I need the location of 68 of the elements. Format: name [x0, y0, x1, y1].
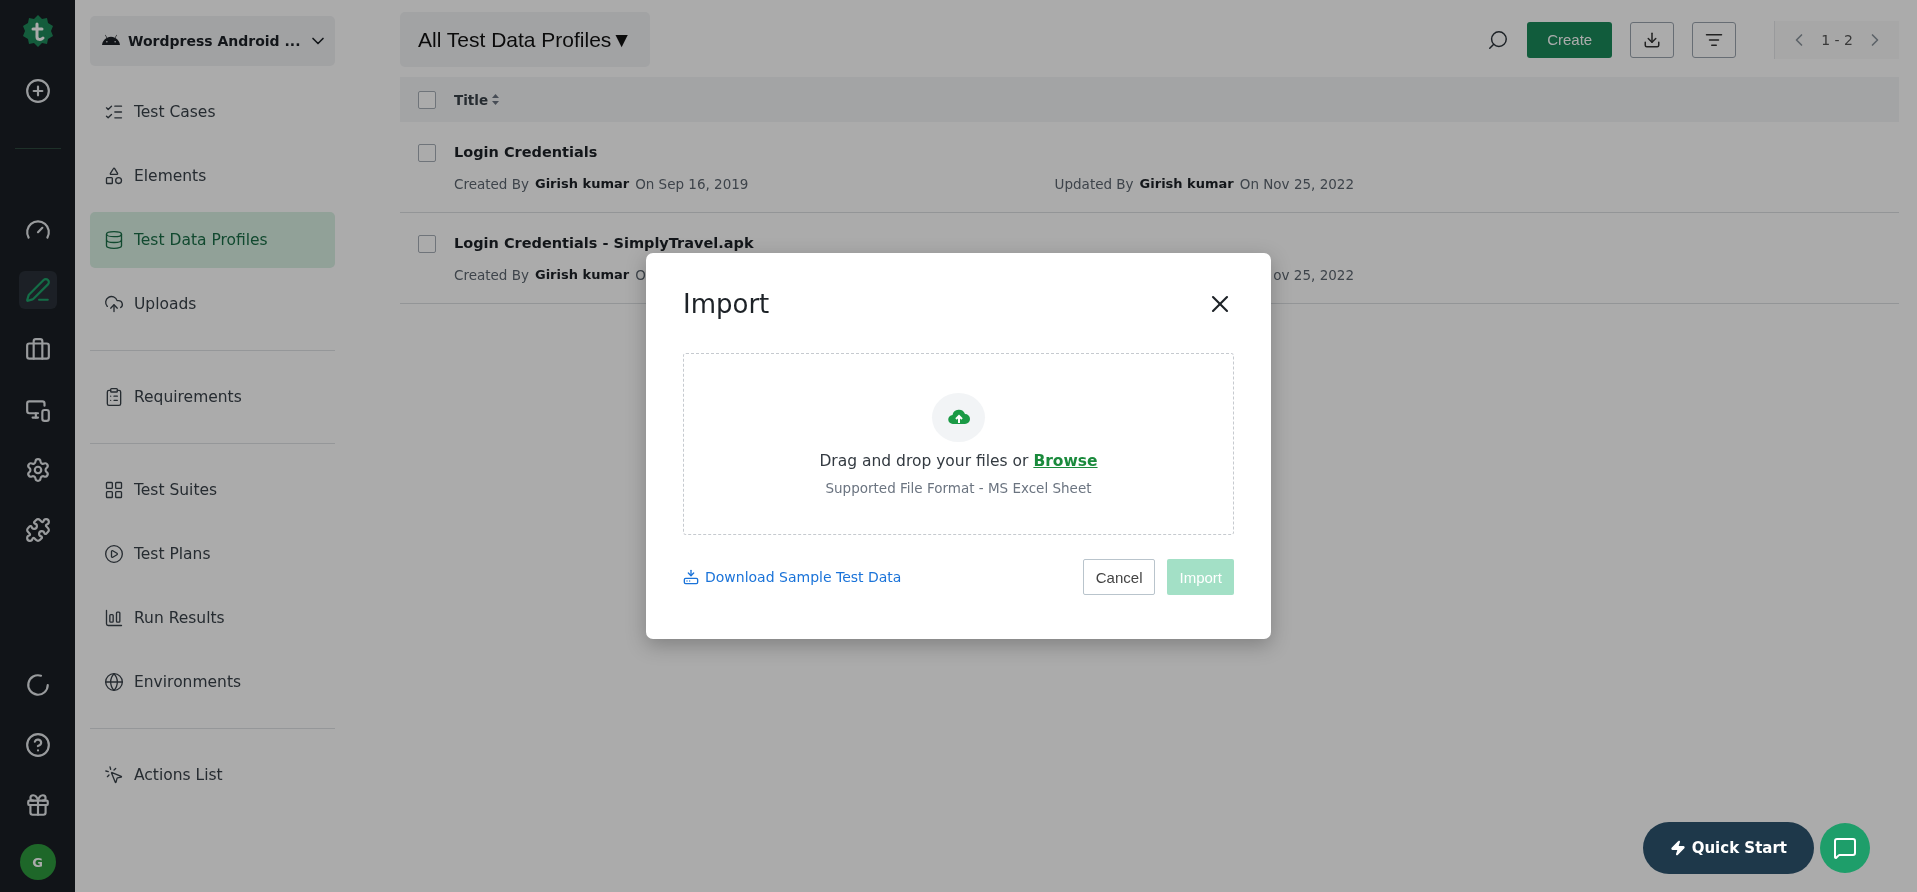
play-circle-icon	[104, 544, 124, 564]
sidebar-item[interactable]: Uploads	[90, 276, 335, 332]
grid-icon	[104, 480, 124, 500]
column-header[interactable]: Title	[454, 91, 489, 108]
download-icon	[1643, 30, 1662, 49]
author-name: Girish kumar	[1139, 176, 1234, 192]
settings-icon	[24, 457, 51, 483]
sidebar-item[interactable]: Elements	[90, 148, 335, 204]
globe-icon	[104, 672, 124, 692]
checklist-icon	[104, 102, 124, 122]
row-checkbox[interactable]	[418, 144, 436, 162]
download-icon	[683, 569, 699, 585]
meta-date: O	[635, 267, 646, 283]
browse-link[interactable]: Browse	[1033, 451, 1098, 470]
meta-label: Created By	[454, 267, 529, 283]
shapes-icon	[104, 166, 124, 186]
add-icon	[24, 78, 51, 104]
chat-icon	[1833, 836, 1857, 860]
puzzle-icon	[24, 517, 51, 543]
view-dropdown[interactable]: All Test Data Profiles▼	[400, 12, 651, 67]
dialog-title: Import	[683, 289, 770, 319]
download-button[interactable]	[1630, 21, 1675, 58]
sidebar-item[interactable]: Actions List	[90, 747, 335, 803]
profile-title[interactable]: Login Credentials - SimplyTravel.apk	[454, 235, 1881, 251]
page-range: 1 - 2	[1821, 31, 1853, 48]
bar-chart-icon	[104, 608, 124, 628]
gift-icon	[24, 792, 51, 818]
meta-label: Updated By	[1054, 176, 1134, 192]
sidebar-item[interactable]: Environments	[90, 654, 335, 710]
quick-start-button[interactable]: Quick Start	[1642, 822, 1814, 874]
loader-icon	[24, 672, 51, 698]
sidebar-item[interactable]: Run Results	[90, 590, 335, 646]
author-name: Girish kumar	[534, 176, 630, 192]
search-icon[interactable]	[1487, 28, 1510, 51]
project-selector[interactable]: Wordpress Android ...	[90, 16, 335, 66]
sort-button[interactable]	[1692, 21, 1737, 58]
meta-date: On Nov 25, 2022	[1239, 176, 1354, 192]
pencil-icon	[24, 277, 51, 303]
sidebar-item[interactable]: Test Plans	[90, 526, 335, 582]
lightning-icon	[1669, 840, 1686, 856]
cloud-upload-icon	[104, 294, 124, 314]
clipboard-icon	[104, 387, 124, 407]
meta-date: On Sep 16, 2019	[635, 176, 749, 192]
file-drop-zone[interactable]: Drag and drop your files or Browse Supported File Format - MS Excel Sheet	[683, 353, 1234, 535]
sidebar-item[interactable]: Test Cases	[90, 84, 335, 140]
sidebar-item[interactable]: Test Suites	[90, 462, 335, 518]
row-checkbox[interactable]	[418, 235, 436, 253]
format-hint: Supported File Format - MS Excel Sheet	[825, 479, 1092, 496]
cursor-icon	[104, 765, 124, 785]
sidebar-item[interactable]: Test Data Profiles	[90, 212, 335, 268]
sidebar-item[interactable]: Requirements	[90, 369, 335, 425]
cancel-button[interactable]: Cancel	[1082, 559, 1156, 595]
briefcase-icon	[24, 337, 51, 363]
chat-button[interactable]	[1820, 823, 1870, 873]
download-sample-link[interactable]: Download Sample Test Data	[683, 569, 902, 585]
select-all-checkbox[interactable]	[418, 90, 436, 109]
rail-button[interactable]	[18, 271, 57, 309]
profile-title[interactable]: Login Credentials	[454, 144, 1881, 160]
help-icon	[24, 732, 51, 758]
monitor-icon	[24, 397, 51, 423]
database-icon	[104, 230, 124, 250]
create-button[interactable]: Create	[1527, 21, 1613, 58]
meta-date: ov 25, 2022	[1273, 267, 1354, 283]
cloud-upload-icon	[947, 409, 970, 425]
sort-arrows-icon[interactable]	[492, 94, 500, 105]
meta-label: Created By	[454, 176, 529, 192]
drop-instructions: Drag and drop your files or Browse	[819, 451, 1098, 470]
author-name: Girish kumar	[534, 267, 630, 283]
